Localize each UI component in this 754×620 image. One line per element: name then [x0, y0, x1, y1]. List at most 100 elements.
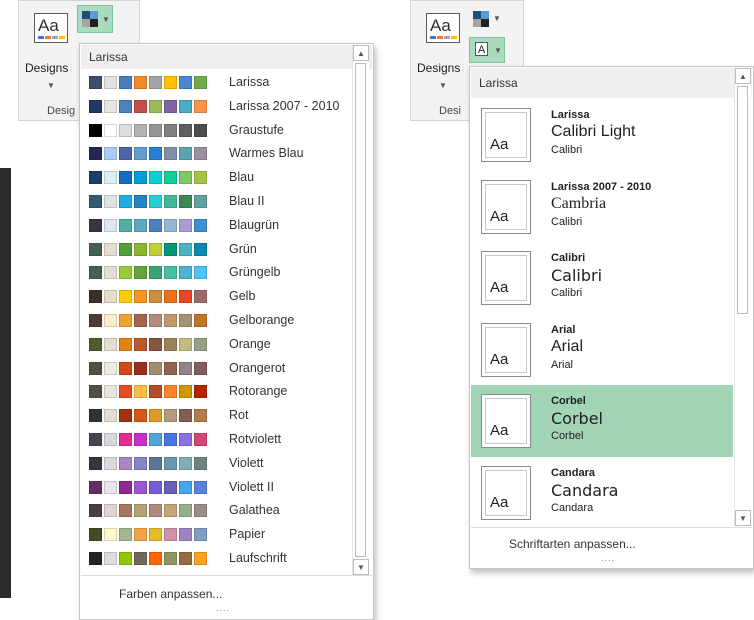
color-swatch: [164, 480, 177, 494]
font-scheme-body-font: Calibri: [551, 287, 583, 299]
resize-grip[interactable]: ....: [216, 603, 230, 613]
color-scheme-item[interactable]: Rotorange: [86, 380, 352, 404]
color-scheme-item[interactable]: Graustufe: [86, 119, 352, 143]
color-swatch: [179, 504, 192, 518]
resize-grip[interactable]: ....: [601, 553, 615, 563]
color-scheme-item[interactable]: Larissa: [86, 71, 352, 95]
font-scheme-body-font: Corbel: [551, 430, 584, 442]
color-scheme-item[interactable]: Blaugrün: [86, 214, 352, 238]
color-swatch: [119, 385, 132, 399]
color-scheme-item[interactable]: Blau II: [86, 190, 352, 214]
color-swatch: [194, 480, 207, 494]
font-scheme-title: Calibri: [551, 252, 586, 264]
font-scheme-item[interactable]: Aa Larissa 2007 - 2010 Cambria Calibri: [471, 171, 733, 243]
font-scheme-item[interactable]: Aa Larissa Calibri Light Calibri: [471, 99, 733, 171]
color-scheme-item[interactable]: Gelborange: [86, 309, 352, 333]
color-swatch: [164, 99, 177, 113]
font-scheme-body-font: Arial: [551, 358, 574, 371]
color-scheme-name: Larissa: [229, 75, 270, 89]
scroll-thumb[interactable]: [737, 86, 748, 314]
color-swatch: [119, 266, 132, 280]
colors-scrollbar[interactable]: ▲ ▼: [352, 45, 369, 575]
color-swatch: [179, 361, 192, 375]
color-swatch: [89, 123, 102, 137]
font-preview-thumbnail: Aa: [481, 394, 531, 448]
scroll-down-icon[interactable]: ▼: [735, 510, 751, 526]
scroll-down-icon[interactable]: ▼: [353, 559, 369, 575]
color-swatch: [194, 290, 207, 304]
color-scheme-item[interactable]: Blau: [86, 166, 352, 190]
color-scheme-item[interactable]: Violett II: [86, 476, 352, 500]
fonts-dropdown-button[interactable]: A ▼: [469, 37, 505, 63]
color-swatch: [164, 76, 177, 89]
color-swatch: [134, 337, 147, 351]
color-scheme-item[interactable]: Orangerot: [86, 357, 352, 381]
font-scheme-heading-font: Arial: [551, 337, 584, 355]
font-preview-thumbnail: Aa: [481, 251, 531, 305]
color-swatches: [89, 528, 207, 542]
fonts-scrollbar[interactable]: ▲ ▼: [734, 68, 751, 526]
color-scheme-item[interactable]: Gelb: [86, 285, 352, 309]
color-swatch: [194, 361, 207, 375]
font-scheme-item[interactable]: Aa Arial Arial Arial: [471, 314, 733, 386]
colors-dropdown-button[interactable]: ▼: [77, 5, 113, 33]
font-preview-text: Aa: [490, 350, 509, 368]
color-swatch: [179, 290, 192, 304]
color-scheme-name: Galathea: [229, 503, 280, 518]
color-swatch: [134, 314, 147, 327]
designs-button-label[interactable]: Designs: [25, 61, 68, 75]
color-swatch: [179, 195, 192, 208]
color-scheme-item[interactable]: Rot: [86, 404, 352, 428]
font-scheme-item[interactable]: Aa Corbel Corbel Corbel: [471, 385, 733, 457]
font-scheme-body-font: Calibri: [551, 144, 583, 156]
customize-fonts-link[interactable]: Schriftarten anpassen...: [509, 537, 636, 551]
color-swatch: [134, 361, 147, 375]
color-swatch: [179, 171, 192, 185]
color-swatch: [119, 456, 132, 470]
group-label: Desig: [47, 105, 76, 117]
fonts-section-header: Larissa: [471, 68, 752, 98]
color-scheme-item[interactable]: Larissa 2007 - 2010: [86, 95, 352, 119]
color-swatch: [179, 385, 192, 399]
color-scheme-item[interactable]: Grüngelb: [86, 261, 352, 285]
font-preview-thumbnail: Aa: [481, 465, 531, 520]
customize-colors-link[interactable]: Farben anpassen...: [119, 587, 222, 601]
color-swatch: [104, 409, 117, 423]
color-swatch: [104, 314, 117, 327]
color-swatch: [179, 123, 192, 137]
color-scheme-item[interactable]: Orange: [86, 333, 352, 357]
color-swatch: [119, 552, 132, 565]
font-scheme-item[interactable]: Aa Candara Candara Candara: [471, 457, 733, 529]
color-swatch: [179, 76, 192, 89]
color-swatch: [89, 552, 102, 565]
color-swatch: [89, 218, 102, 232]
scroll-up-icon[interactable]: ▲: [353, 45, 369, 61]
color-scheme-item[interactable]: Galathea: [86, 499, 352, 523]
color-swatch: [89, 242, 102, 256]
color-swatch: [104, 218, 117, 232]
designs-button-label[interactable]: Designs: [417, 61, 460, 75]
font-scheme-title: Larissa: [551, 109, 590, 121]
color-swatches: [89, 337, 207, 351]
color-swatch: [194, 456, 207, 470]
font-scheme-heading-font: Calibri: [551, 266, 603, 285]
font-scheme-title: Arial: [551, 323, 576, 336]
scroll-thumb[interactable]: [355, 63, 366, 557]
designs-aa-icon: Aa: [426, 13, 460, 43]
font-scheme-item[interactable]: Aa Calibri Calibri Calibri: [471, 242, 733, 314]
color-scheme-item[interactable]: Grün: [86, 238, 352, 262]
color-swatch: [119, 242, 132, 256]
color-swatch: [149, 456, 162, 470]
color-scheme-item[interactable]: Rotviolett: [86, 428, 352, 452]
color-scheme-item[interactable]: Laufschrift: [86, 547, 352, 571]
background-window-edge: [0, 168, 11, 598]
color-swatches: [89, 433, 207, 446]
color-scheme-item[interactable]: Warmes Blau: [86, 142, 352, 166]
colors-dropdown-button[interactable]: ▼: [469, 7, 505, 31]
color-swatch: [134, 480, 147, 494]
scroll-up-icon[interactable]: ▲: [735, 68, 751, 84]
color-scheme-item[interactable]: Violett: [86, 452, 352, 476]
color-swatch: [179, 242, 192, 256]
color-scheme-item[interactable]: Papier: [86, 523, 352, 547]
color-swatch: [104, 361, 117, 375]
